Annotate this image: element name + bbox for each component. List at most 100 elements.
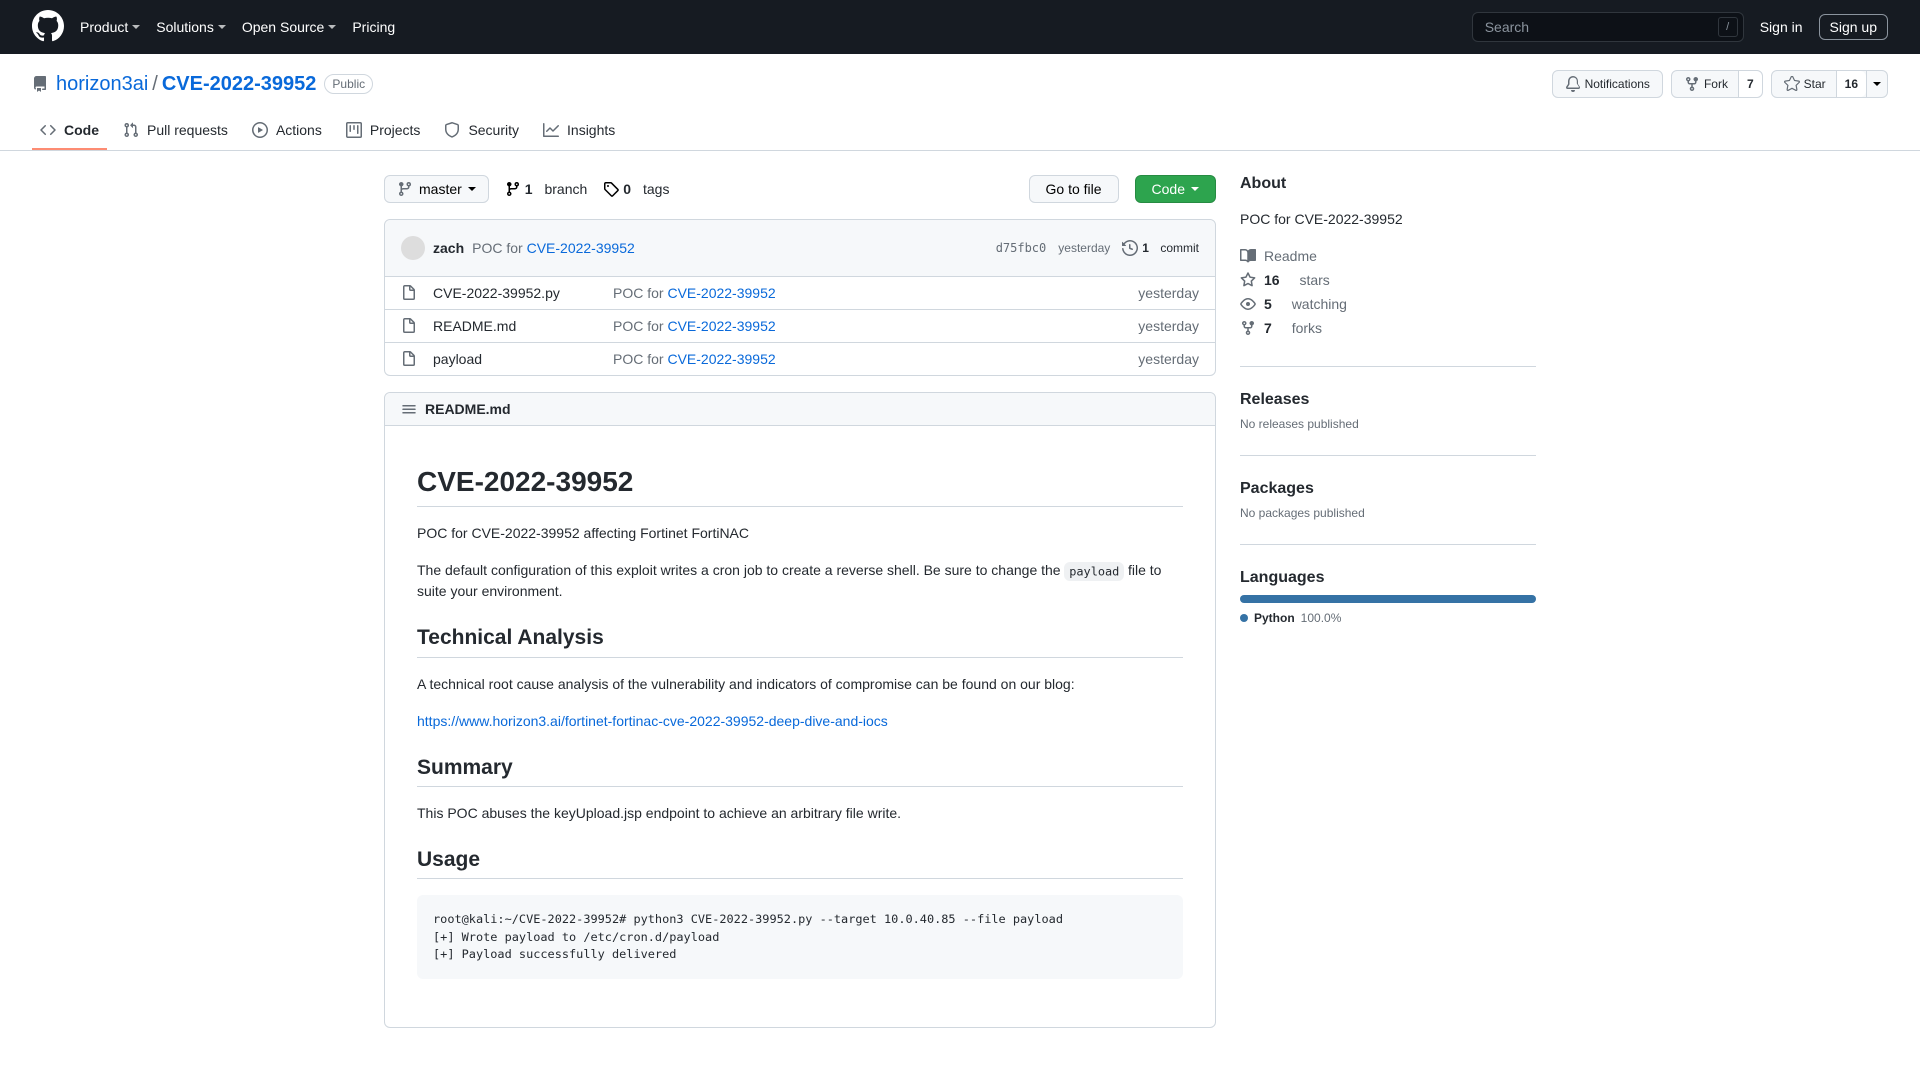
forks-link[interactable]: 7 forks (1240, 318, 1536, 338)
readme-h2: Technical Analysis (417, 626, 1183, 657)
readme-paragraph: This POC abuses the keyUpload.jsp endpoi… (417, 803, 1183, 824)
avatar[interactable] (401, 236, 425, 260)
file-commit-msg[interactable]: POC for CVE-2022-39952 (613, 318, 1138, 334)
tab-pull-requests[interactable]: Pull requests (115, 114, 236, 150)
tab-code[interactable]: Code (32, 114, 107, 150)
languages-title: Languages (1240, 569, 1536, 587)
readme-h1: CVE-2022-39952 (417, 466, 1183, 507)
commit-sha[interactable]: d75fbc0 (996, 241, 1047, 255)
fork-icon (1240, 320, 1256, 336)
global-header: Product Solutions Open Source Pricing / … (0, 0, 1920, 54)
history-icon (1122, 240, 1138, 256)
search-input[interactable] (1472, 12, 1744, 42)
fork-label: Fork (1704, 77, 1728, 91)
tab-actions[interactable]: Actions (244, 114, 330, 150)
star-count: 16 (1836, 71, 1866, 97)
star-icon (1784, 76, 1800, 92)
packages-title[interactable]: Packages (1240, 480, 1536, 498)
repo-header: horizon3ai / CVE-2022-39952 Public Notif… (0, 54, 1920, 98)
commits-link[interactable]: 1 commit (1122, 240, 1199, 256)
file-listing: zach POC for CVE-2022-39952 d75fbc0 yest… (384, 219, 1216, 376)
readme-paragraph: POC for CVE-2022-39952 affecting Fortine… (417, 523, 1183, 544)
file-name-link[interactable]: payload (433, 351, 613, 367)
branch-icon (397, 181, 413, 197)
file-name-link[interactable]: CVE-2022-39952.py (433, 285, 613, 301)
stars-link[interactable]: 16 stars (1240, 270, 1536, 290)
repo-tabs: Code Pull requests Actions Projects Secu… (0, 114, 1920, 151)
file-date: yesterday (1138, 318, 1199, 334)
branch-picker[interactable]: master (384, 175, 489, 203)
go-to-file-button[interactable]: Go to file (1029, 175, 1119, 203)
file-toolbar: master 1 branch 0 tags Go to file Code (384, 175, 1216, 203)
chevron-down-icon (1191, 187, 1199, 191)
language-name: Python (1254, 611, 1295, 625)
notifications-label: Notifications (1585, 77, 1650, 91)
nav-opensource[interactable]: Open Source (242, 19, 337, 35)
notifications-button[interactable]: Notifications (1552, 70, 1663, 98)
chevron-down-icon (328, 25, 336, 29)
commit-message[interactable]: POC for CVE-2022-39952 (472, 240, 635, 256)
about-title: About (1240, 175, 1536, 193)
tab-projects[interactable]: Projects (338, 114, 429, 150)
releases-empty: No releases published (1240, 417, 1536, 431)
tab-security[interactable]: Security (436, 114, 527, 150)
file-row: README.mdPOC for CVE-2022-39952yesterday (385, 310, 1215, 343)
readme-body: CVE-2022-39952 POC for CVE-2022-39952 af… (385, 426, 1215, 1027)
watching-link[interactable]: 5 watching (1240, 294, 1536, 314)
commit-author[interactable]: zach (433, 240, 464, 256)
releases-title[interactable]: Releases (1240, 391, 1536, 409)
nav-product[interactable]: Product (80, 19, 140, 35)
file-date: yesterday (1138, 285, 1199, 301)
language-percent: 100.0% (1301, 611, 1342, 625)
nav-solutions[interactable]: Solutions (156, 19, 226, 35)
readme-link[interactable]: https://www.horizon3.ai/fortinet-fortina… (417, 713, 888, 729)
readme-paragraph: https://www.horizon3.ai/fortinet-fortina… (417, 711, 1183, 732)
repo-owner-link[interactable]: horizon3ai (56, 73, 148, 96)
file-commit-msg[interactable]: POC for CVE-2022-39952 (613, 285, 1138, 301)
code-block: root@kali:~/CVE-2022-39952# python3 CVE-… (417, 895, 1183, 979)
file-row: CVE-2022-39952.pyPOC for CVE-2022-39952y… (385, 277, 1215, 310)
file-name-link[interactable]: README.md (433, 318, 613, 334)
eye-icon (1240, 296, 1256, 312)
visibility-badge: Public (324, 74, 373, 94)
fork-count: 7 (1738, 71, 1762, 97)
readme-link[interactable]: Readme (1240, 246, 1536, 266)
readme-h2: Summary (417, 756, 1183, 787)
branch-name: master (419, 181, 462, 197)
inline-code: payload (1064, 562, 1124, 581)
file-row: payloadPOC for CVE-2022-39952yesterday (385, 343, 1215, 375)
language-dot (1240, 614, 1248, 622)
chevron-down-icon (218, 25, 226, 29)
repo-name-link[interactable]: CVE-2022-39952 (162, 73, 317, 96)
fork-button[interactable]: Fork 7 (1671, 70, 1763, 98)
code-download-button[interactable]: Code (1135, 175, 1216, 203)
readme: README.md CVE-2022-39952 POC for CVE-202… (384, 392, 1216, 1028)
packages-section: Packages No packages published (1240, 480, 1536, 545)
repo-title: horizon3ai / CVE-2022-39952 Public (32, 73, 373, 96)
tab-insights[interactable]: Insights (535, 114, 623, 150)
header-search: / (1472, 12, 1744, 42)
star-dropdown[interactable] (1867, 70, 1888, 98)
file-commit-msg[interactable]: POC for CVE-2022-39952 (613, 351, 1138, 367)
book-icon (1240, 248, 1256, 264)
language-bar (1240, 595, 1536, 603)
star-button[interactable]: Star 16 (1771, 70, 1867, 98)
branches-link[interactable]: 1 branch (505, 181, 588, 197)
languages-section: Languages Python 100.0% (1240, 569, 1536, 649)
signin-link[interactable]: Sign in (1760, 19, 1803, 35)
fork-icon (1684, 76, 1700, 92)
chevron-down-icon (132, 25, 140, 29)
graph-icon (543, 122, 559, 138)
project-icon (346, 122, 362, 138)
readme-h2: Usage (417, 848, 1183, 879)
tags-link[interactable]: 0 tags (603, 181, 669, 197)
nav-pricing[interactable]: Pricing (352, 19, 395, 35)
language-item[interactable]: Python 100.0% (1240, 611, 1536, 625)
signup-button[interactable]: Sign up (1819, 14, 1888, 40)
readme-filename[interactable]: README.md (425, 401, 511, 417)
about-description: POC for CVE-2022-39952 (1240, 209, 1536, 230)
slash-hint: / (1718, 17, 1738, 37)
star-icon (1240, 272, 1256, 288)
github-logo[interactable] (32, 10, 64, 45)
pull-request-icon (123, 122, 139, 138)
